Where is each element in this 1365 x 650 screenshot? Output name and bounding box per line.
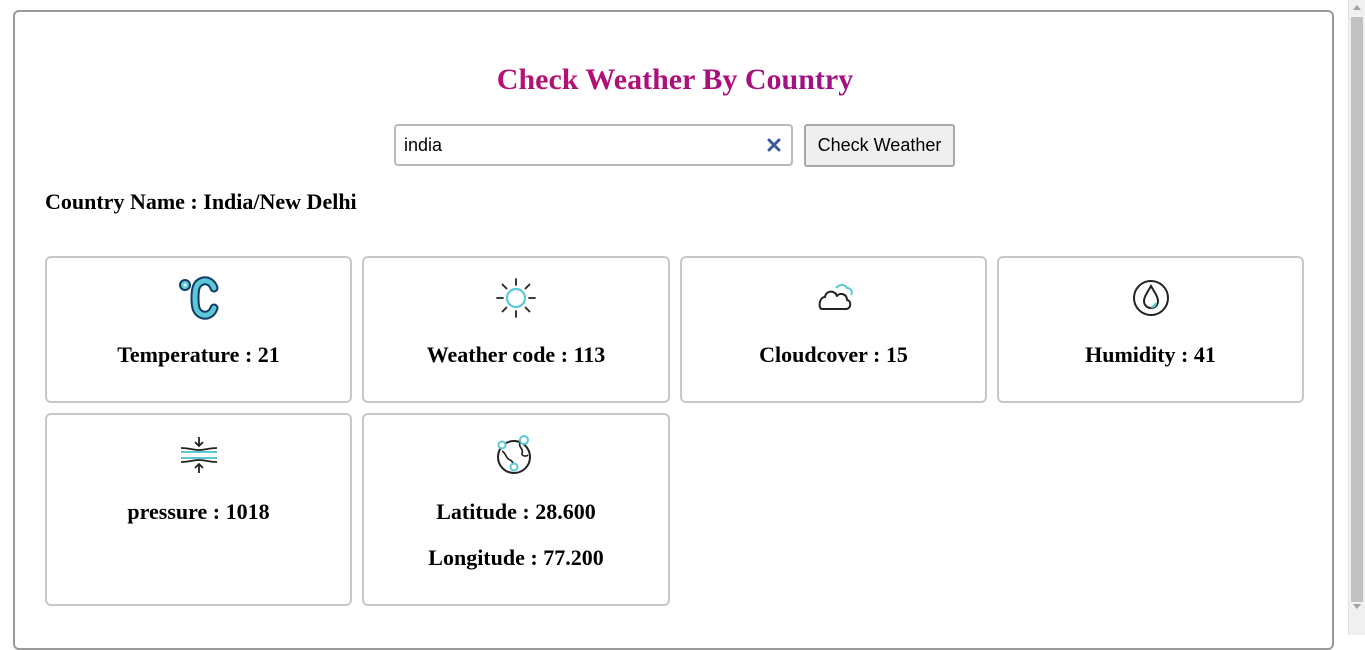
clear-icon[interactable] bbox=[767, 138, 781, 152]
water-drop-icon bbox=[1132, 280, 1169, 316]
weather-code-label: Weather code : 113 bbox=[426, 342, 606, 367]
pressure-card: pressure : 1018 bbox=[45, 413, 352, 606]
scrollbar-thumb[interactable] bbox=[1351, 17, 1363, 602]
check-weather-button[interactable]: Check Weather bbox=[804, 124, 955, 167]
latitude-label: Latitude : 28.600 bbox=[436, 499, 596, 524]
scroll-down-arrow-icon[interactable] bbox=[1353, 604, 1361, 609]
cloud-icon bbox=[818, 284, 853, 310]
cloudcover-label: Cloudcover : 15 bbox=[759, 342, 908, 367]
scroll-up-arrow-icon[interactable] bbox=[1353, 5, 1361, 10]
humidity-label: Humidity : 41 bbox=[1085, 342, 1216, 367]
country-search-input[interactable] bbox=[404, 134, 754, 156]
cloudcover-card: Cloudcover : 15 bbox=[680, 256, 987, 403]
pressure-icon bbox=[180, 437, 217, 473]
globe-icon bbox=[497, 435, 531, 474]
longitude-label: Longitude : 77.200 bbox=[428, 545, 604, 570]
search-box[interactable] bbox=[394, 124, 793, 166]
location-card: Latitude : 28.600 Longitude : 77.200 bbox=[362, 413, 670, 606]
vertical-scrollbar[interactable] bbox=[1348, 0, 1365, 635]
weather-code-card: Weather code : 113 bbox=[362, 256, 670, 403]
page-title: Check Weather By Country bbox=[0, 62, 1350, 98]
temperature-label: Temperature : 21 bbox=[117, 342, 280, 367]
humidity-card: Humidity : 41 bbox=[997, 256, 1304, 403]
country-name-text: Country Name : India/New Delhi bbox=[45, 189, 357, 214]
pressure-label: pressure : 1018 bbox=[127, 499, 270, 524]
sun-icon bbox=[496, 278, 536, 318]
temperature-card: Temperature : 21 bbox=[45, 256, 352, 403]
celsius-icon bbox=[178, 276, 218, 320]
